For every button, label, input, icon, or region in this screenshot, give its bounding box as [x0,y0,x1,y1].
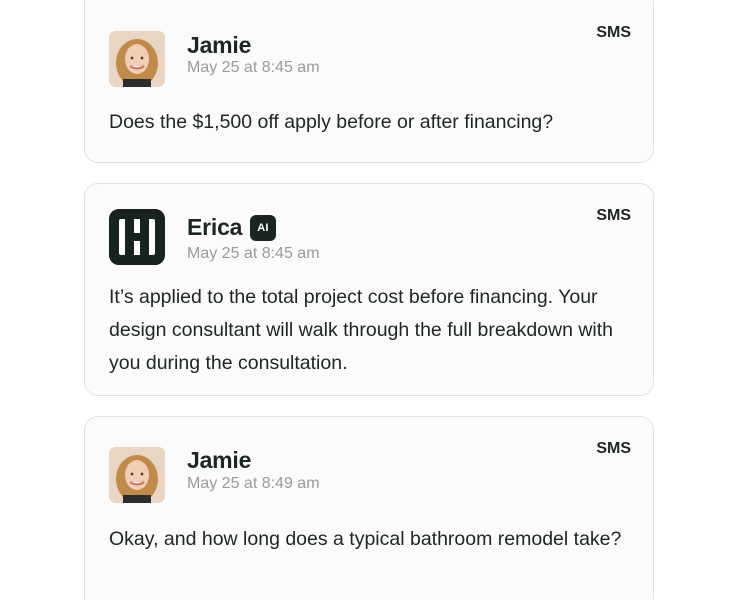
contact-avatar [109,31,165,87]
message-feed: Jamie May 25 at 8:45 am SMS Does the $1,… [0,0,740,600]
contact-avatar [109,447,165,503]
message-text: Okay, and how long does a typical bathro… [109,528,622,550]
person-photo-icon [109,31,165,87]
channel-label: SMS [596,207,631,224]
sender-name: Jamie [187,32,252,58]
brand-logo-icon [109,209,165,265]
message-timestamp: May 25 at 8:45 am [187,245,320,262]
sender-name: Jamie [187,447,252,473]
message-timestamp: May 25 at 8:45 am [187,59,320,76]
channel-label: SMS [596,440,631,457]
message-timestamp: May 25 at 8:49 am [187,475,320,492]
message-text: Does the $1,500 off apply before or afte… [109,111,554,133]
ai-badge: AI [250,215,276,241]
message-card[interactable]: Jamie May 25 at 8:45 am SMS Does the $1,… [84,0,654,163]
person-photo-icon [109,447,165,503]
sender-name: Erica [187,214,243,240]
message-card[interactable]: Jamie May 25 at 8:49 am SMS Okay, and ho… [84,416,654,600]
channel-label: SMS [596,24,631,41]
message-card[interactable]: Erica AI May 25 at 8:45 am SMS It’s appl… [84,183,654,396]
message-text: It’s applied to the total project cost b… [109,286,614,374]
